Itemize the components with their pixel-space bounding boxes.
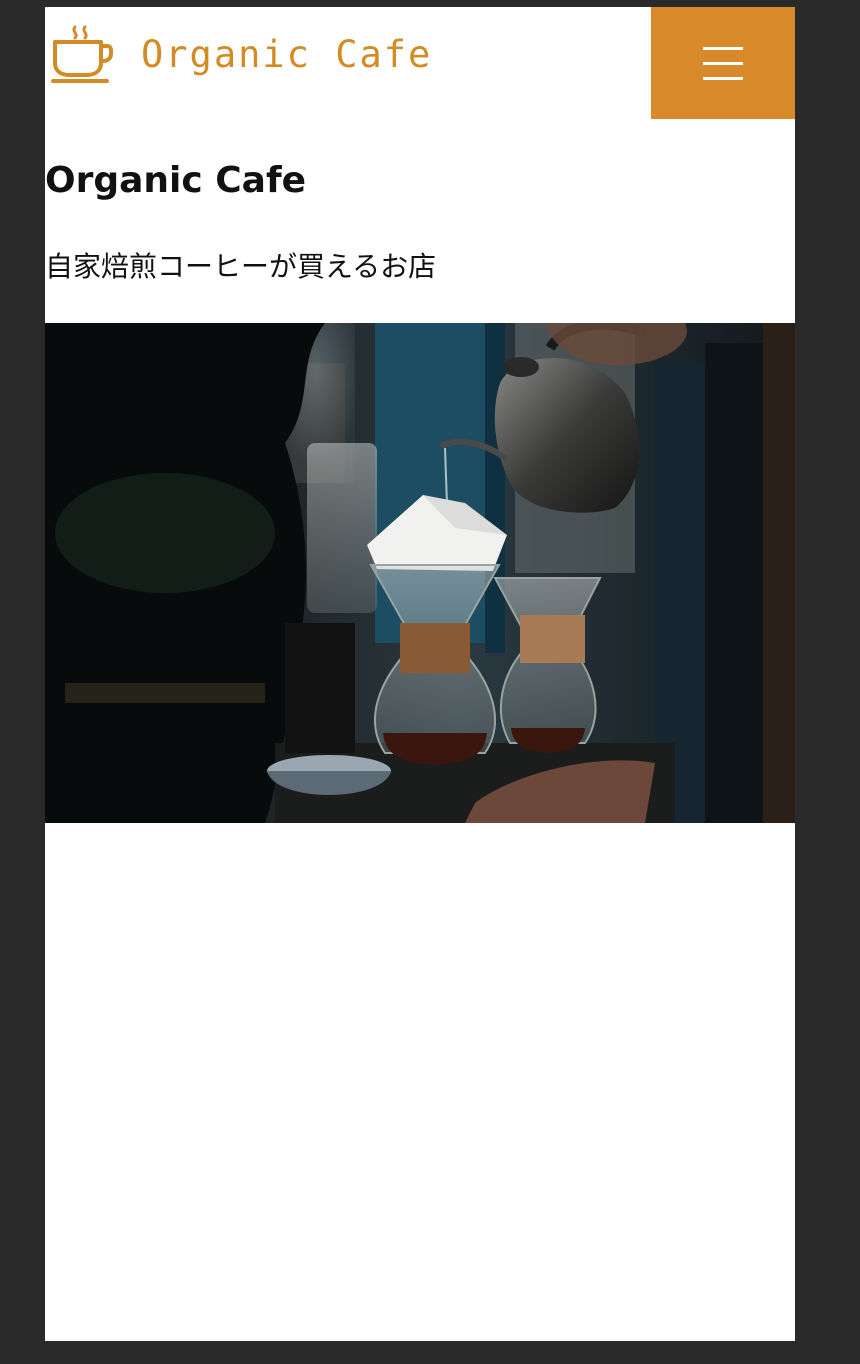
hamburger-menu-button[interactable]	[651, 7, 795, 119]
tagline: 自家焙煎コーヒーが買えるお店	[45, 250, 437, 283]
site-header: Organic Cafe	[45, 7, 795, 119]
page-title: Organic Cafe	[45, 160, 307, 201]
logo-text: Organic Cafe	[141, 33, 433, 76]
hero-image	[45, 323, 795, 823]
page-container: Organic Cafe Organic Cafe 自家焙煎コーヒーが買えるお店	[45, 7, 795, 1341]
site-logo[interactable]: Organic Cafe	[51, 25, 432, 85]
coffee-cup-icon	[51, 25, 113, 83]
